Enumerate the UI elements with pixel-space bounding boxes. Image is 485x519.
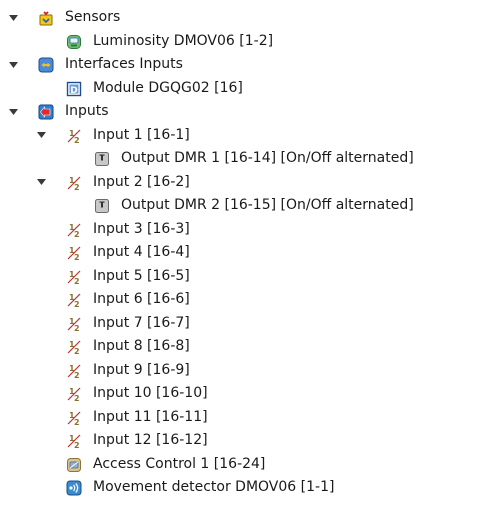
input-icon: 1 2 <box>66 175 82 191</box>
svg-text:2: 2 <box>74 371 80 379</box>
tree-node-label: Input 1 [16-1] <box>93 126 190 143</box>
tree-node-label: Input 5 [16-5] <box>93 267 190 284</box>
movement-detector-icon <box>66 480 82 496</box>
input-icon: 12 <box>66 269 82 285</box>
input-icon: 12 <box>66 386 82 402</box>
tree-node-input-5[interactable]: 12 Input 5 [16-5] <box>0 265 485 289</box>
tree-node-label: Sensors <box>65 9 121 25</box>
svg-text:D: D <box>70 86 77 96</box>
tree-node-label: Input 3 [16-3] <box>93 220 190 237</box>
luminosity-icon <box>66 34 82 50</box>
output-icon <box>94 151 110 167</box>
input-icon: 12 <box>66 245 82 261</box>
tree-node-input-12[interactable]: 12 Input 12 [16-12] <box>0 429 485 453</box>
tree-node-input-10[interactable]: 12 Input 10 [16-10] <box>0 382 485 406</box>
tree-node-label: Access Control 1 [16-24] <box>93 455 266 472</box>
svg-text:2: 2 <box>74 277 80 285</box>
expand-arrow-icon[interactable] <box>34 171 48 195</box>
input-icon: 12 <box>66 222 82 238</box>
tree-node-input-9[interactable]: 12 Input 9 [16-9] <box>0 359 485 383</box>
tree-node-input-2[interactable]: 1 2 Input 2 [16-2] <box>0 171 485 195</box>
svg-text:2: 2 <box>74 347 80 355</box>
tree-node-label: Input 9 [16-9] <box>93 361 190 378</box>
tree-node-luminosity[interactable]: Luminosity DMOV06 [1-2] <box>0 30 485 54</box>
svg-text:2: 2 <box>74 183 80 191</box>
input-icon: 1 2 <box>66 128 82 144</box>
tree-node-label: Module DGQG02 [16] <box>93 79 243 96</box>
tree-node-label: Output DMR 1 [16-14] [On/Off alternated] <box>121 150 414 166</box>
tree-node-input-11[interactable]: 12 Input 11 [16-11] <box>0 406 485 430</box>
sensors-icon <box>38 10 54 26</box>
device-tree: Sensors Luminosity DMOV06 [1-2] Interfac… <box>0 6 485 500</box>
expand-arrow-icon[interactable] <box>6 53 20 77</box>
output-icon <box>94 198 110 214</box>
tree-node-label: Input 4 [16-4] <box>93 244 190 260</box>
expand-arrow-icon[interactable] <box>6 6 20 30</box>
tree-node-label: Movement detector DMOV06 [1-1] <box>93 479 335 495</box>
svg-text:2: 2 <box>74 136 80 144</box>
expand-arrow-icon[interactable] <box>34 124 48 148</box>
tree-node-output-dmr-2[interactable]: Output DMR 2 [16-15] [On/Off alternated] <box>0 194 485 218</box>
tree-node-label: Input 12 [16-12] <box>93 432 208 448</box>
svg-text:2: 2 <box>74 441 80 449</box>
tree-node-label: Inputs <box>65 103 109 119</box>
access-control-icon <box>66 457 82 473</box>
tree-node-module[interactable]: D Module DGQG02 [16] <box>0 77 485 101</box>
tree-node-label: Output DMR 2 [16-15] [On/Off alternated] <box>121 197 414 213</box>
input-icon: 12 <box>66 292 82 308</box>
svg-text:2: 2 <box>74 418 80 426</box>
svg-text:2: 2 <box>74 253 80 261</box>
input-icon: 12 <box>66 363 82 379</box>
module-icon: D <box>66 81 82 97</box>
input-icon: 12 <box>66 316 82 332</box>
tree-node-label: Input 7 [16-7] <box>93 314 190 331</box>
tree-node-interfaces-inputs[interactable]: Interfaces Inputs <box>0 53 485 77</box>
expand-arrow-icon[interactable] <box>6 100 20 124</box>
tree-node-input-6[interactable]: 12 Input 6 [16-6] <box>0 288 485 312</box>
tree-node-label: Input 2 [16-2] <box>93 173 190 190</box>
svg-text:2: 2 <box>74 300 80 308</box>
input-icon: 12 <box>66 410 82 426</box>
tree-node-input-7[interactable]: 12 Input 7 [16-7] <box>0 312 485 336</box>
tree-node-label: Input 10 [16-10] <box>93 385 208 401</box>
tree-node-input-8[interactable]: 12 Input 8 [16-8] <box>0 335 485 359</box>
svg-text:2: 2 <box>74 230 80 238</box>
tree-node-input-3[interactable]: 12 Input 3 [16-3] <box>0 218 485 242</box>
tree-node-sensors[interactable]: Sensors <box>0 6 485 30</box>
svg-text:2: 2 <box>74 394 80 402</box>
svg-text:2: 2 <box>74 324 80 332</box>
input-icon: 12 <box>66 339 82 355</box>
tree-node-label: Input 6 [16-6] <box>93 291 190 307</box>
tree-node-inputs[interactable]: Inputs <box>0 100 485 124</box>
tree-node-label: Input 8 [16-8] <box>93 338 190 354</box>
tree-node-label: Input 11 [16-11] <box>93 408 208 425</box>
tree-node-input-1[interactable]: 1 2 Input 1 [16-1] <box>0 124 485 148</box>
interfaces-icon <box>38 57 54 73</box>
tree-node-access-control-1[interactable]: Access Control 1 [16-24] <box>0 453 485 477</box>
input-icon: 12 <box>66 433 82 449</box>
tree-node-movement-detector[interactable]: Movement detector DMOV06 [1-1] <box>0 476 485 500</box>
inputs-icon <box>38 104 54 120</box>
tree-node-label: Luminosity DMOV06 [1-2] <box>93 32 274 49</box>
tree-node-input-4[interactable]: 12 Input 4 [16-4] <box>0 241 485 265</box>
tree-node-label: Interfaces Inputs <box>65 56 183 72</box>
tree-node-output-dmr-1[interactable]: Output DMR 1 [16-14] [On/Off alternated] <box>0 147 485 171</box>
